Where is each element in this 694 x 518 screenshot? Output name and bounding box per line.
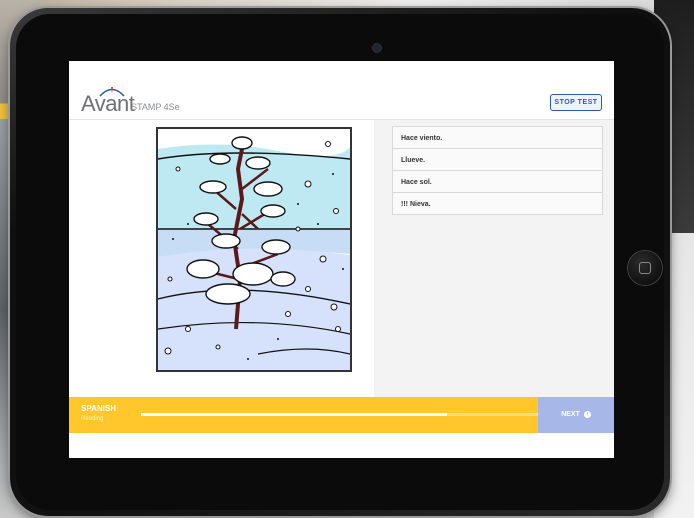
skill-label: Reading [81,416,104,422]
stop-test-button[interactable]: STOP TEST [550,94,602,111]
language-label: SPANISH [81,404,116,413]
image-pane [69,120,374,397]
app-screen: Avant STAMP 4Se STOP TEST Hace viento. L… [69,61,614,458]
answer-option-4[interactable]: !!! Nieva. [392,192,603,215]
home-button[interactable] [628,251,662,285]
test-footer: SPANISH Reading NEXT › [69,397,614,433]
snow-scene-illustration [158,129,350,370]
app-header: Avant STAMP 4Se STOP TEST [69,61,614,120]
answer-option-2[interactable]: Llueve. [392,148,603,171]
product-name: STAMP 4Se [131,102,180,112]
next-label: NEXT [561,411,580,418]
answer-list: Hace viento. Llueve. Hace sol. !!! Nieva… [392,126,603,215]
answer-option-3[interactable]: Hace sol. [392,170,603,193]
camera-icon [373,44,381,52]
screen-bottom [69,433,614,458]
next-button[interactable]: NEXT › [538,397,614,433]
answers-pane: Hace viento. Llueve. Hace sol. !!! Nieva… [374,120,614,397]
arrow-right-circle-icon: › [583,410,591,418]
progress-fill [141,413,448,416]
logo-word: Avant [81,91,135,116]
question-area: Hace viento. Llueve. Hace sol. !!! Nieva… [69,120,614,397]
progress-bar [141,413,539,416]
home-square-icon [639,262,651,274]
answer-option-1[interactable]: Hace viento. [392,126,603,149]
snowy-tree-image [156,127,352,372]
